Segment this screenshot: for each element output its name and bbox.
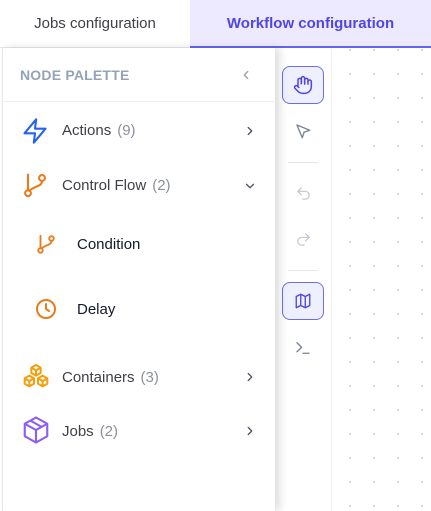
category-label: Containers	[62, 369, 135, 386]
palette-category-jobs[interactable]: Jobs (2)	[3, 406, 276, 456]
canvas-dot-grid	[332, 48, 431, 511]
node-label: Condition	[77, 236, 141, 253]
redo-icon	[296, 232, 310, 246]
terminal-icon	[296, 342, 310, 354]
map-icon	[295, 293, 311, 309]
category-count: (9)	[117, 122, 136, 139]
chevron-down-icon	[242, 178, 258, 194]
palette-category-containers[interactable]: Containers (3)	[3, 352, 276, 402]
console-toggle-button[interactable]	[282, 329, 324, 367]
hand-icon	[293, 75, 313, 95]
canvas-toolbar	[274, 48, 332, 511]
palette-node-delay[interactable]: Delay	[3, 285, 276, 333]
category-label: Jobs	[62, 423, 94, 440]
node-palette-panel: NODE PALETTE Actions (9) Control Flow (2) …	[2, 48, 276, 511]
git-branch-icon	[21, 171, 49, 199]
palette-header: NODE PALETTE	[3, 48, 276, 102]
pan-tool-button[interactable]	[282, 66, 324, 104]
toolbar-divider	[288, 270, 318, 271]
toolbar-divider	[288, 162, 318, 163]
palette-category-control-flow[interactable]: Control Flow (2)	[3, 163, 276, 209]
category-count: (3)	[140, 369, 159, 386]
chevron-right-icon	[242, 123, 258, 139]
category-count: (2)	[99, 423, 119, 440]
git-branch-icon	[35, 233, 57, 255]
tab-workflow-configuration[interactable]: Workflow configuration	[190, 0, 431, 48]
select-tool-button[interactable]	[282, 112, 324, 150]
palette-node-condition[interactable]: Condition	[3, 220, 276, 268]
tab-jobs-configuration[interactable]: Jobs configuration	[0, 0, 190, 48]
collapse-palette-button[interactable]	[236, 65, 256, 85]
redo-button[interactable]	[282, 220, 324, 258]
tab-bar: Jobs configuration Workflow configuratio…	[0, 0, 431, 48]
category-label: Actions	[62, 122, 112, 139]
palette-category-actions[interactable]: Actions (9)	[3, 108, 276, 154]
chevron-left-icon	[243, 70, 249, 79]
lightning-icon	[21, 117, 49, 145]
category-count: (2)	[152, 177, 171, 194]
boxes-icon	[20, 361, 52, 393]
undo-button[interactable]	[282, 174, 324, 212]
chevron-right-icon	[242, 369, 258, 385]
minimap-toggle-button[interactable]	[282, 282, 324, 320]
node-label: Delay	[77, 301, 116, 318]
clock-icon	[34, 297, 58, 321]
cursor-arrow-icon	[296, 124, 311, 139]
cube-icon	[21, 415, 51, 445]
category-label: Control Flow	[62, 177, 147, 194]
palette-title: NODE PALETTE	[20, 66, 130, 83]
undo-icon	[296, 186, 310, 200]
chevron-right-icon	[242, 423, 258, 439]
